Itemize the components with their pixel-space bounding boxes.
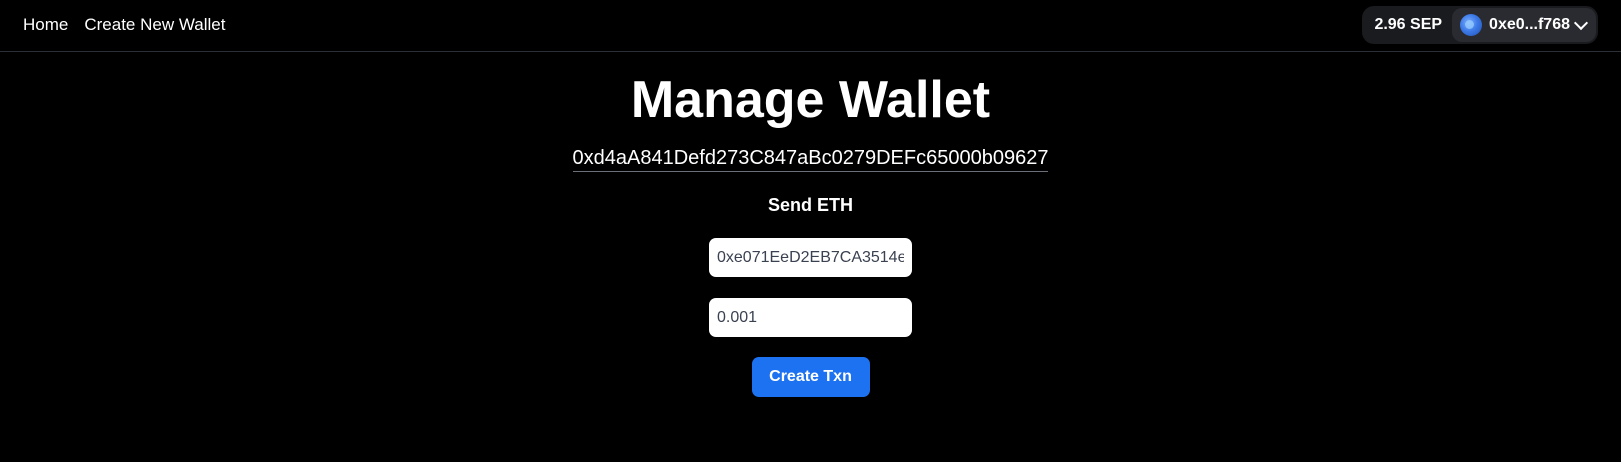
nav-link-create-new-wallet[interactable]: Create New Wallet	[84, 15, 225, 35]
nav-links: Home Create New Wallet	[23, 15, 225, 35]
account-button[interactable]: 0xe0...f768	[1452, 8, 1596, 42]
create-txn-button[interactable]: Create Txn	[751, 357, 870, 397]
wallet-address-link[interactable]: 0xd4aA841Defd273C847aBc0279DEFc65000b096…	[572, 147, 1049, 172]
amount-input[interactable]	[709, 298, 912, 337]
chevron-down-icon	[1573, 15, 1589, 30]
nav-link-home[interactable]: Home	[23, 15, 68, 35]
page-title: Manage Wallet	[630, 71, 991, 129]
send-eth-heading: Send ETH	[767, 195, 853, 215]
recipient-address-input[interactable]	[709, 238, 912, 277]
globe-icon	[1460, 14, 1483, 36]
top-navbar: Home Create New Wallet 2.96 SEP 0xe0...f…	[0, 0, 1621, 52]
main-content: Manage Wallet 0xd4aA841Defd273C847aBc027…	[0, 52, 1621, 397]
balance-display: 2.96 SEP	[1374, 16, 1443, 33]
account-widget: 2.96 SEP 0xe0...f768	[1362, 6, 1598, 44]
account-short-address: 0xe0...f768	[1489, 16, 1570, 33]
